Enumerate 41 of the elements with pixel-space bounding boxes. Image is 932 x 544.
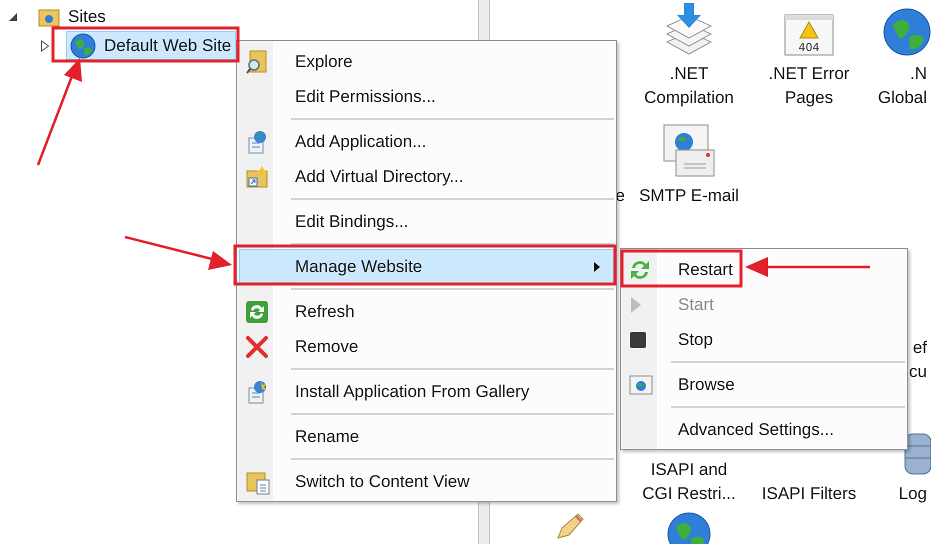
menu-item[interactable]: Add Application... — [239, 124, 614, 159]
menu-item[interactable]: Edit Bindings... — [239, 204, 614, 239]
play-icon — [629, 294, 643, 314]
feature-label[interactable]: .N Global — [878, 62, 931, 110]
folder-globe-icon — [38, 6, 60, 26]
globe-icon — [70, 32, 96, 58]
feature-label[interactable]: SMTP E-mail — [639, 184, 739, 208]
menu-item[interactable]: Restart — [623, 252, 905, 287]
menu-item[interactable]: Install Application From Gallery — [239, 374, 614, 409]
menu-item[interactable]: Browse — [623, 367, 905, 402]
feature-label[interactable]: ef cu — [909, 336, 931, 384]
warning-window-icon: 404 — [784, 14, 834, 56]
globe-icon — [883, 8, 931, 56]
feature-label[interactable]: ISAPI Filters — [762, 482, 856, 506]
refresh-icon — [245, 300, 269, 324]
menu-item[interactable]: Explore — [239, 44, 614, 79]
menu-item[interactable]: Stop — [623, 322, 905, 357]
tree-item[interactable]: Default Web Site — [66, 31, 236, 60]
feature-label[interactable]: ISAPI and CGI Restri... — [642, 458, 736, 506]
menu-item[interactable]: Edit Permissions... — [239, 79, 614, 114]
menu-item[interactable]: Advanced Settings... — [623, 412, 905, 447]
menu-item[interactable]: Add Virtual Directory... — [239, 159, 614, 194]
feature-label[interactable]: .NET Error Pages — [768, 62, 850, 110]
feature-label[interactable]: .NET Compilation — [644, 62, 734, 110]
menu-item[interactable]: Manage Website — [239, 249, 614, 284]
menu-item[interactable]: Switch to Content View — [239, 464, 614, 499]
folder-shortcut-icon — [245, 164, 269, 188]
feature-label[interactable]: Log — [898, 482, 931, 506]
envelope-window-icon — [662, 124, 716, 178]
menu-item[interactable]: Rename — [239, 419, 614, 454]
menu-item[interactable]: Refresh — [239, 294, 614, 329]
menu-item[interactable]: Remove — [239, 329, 614, 364]
collapse-icon[interactable] — [8, 10, 18, 22]
globe-icon — [667, 512, 711, 544]
submenu-arrow-icon — [593, 260, 601, 272]
folder-search-icon — [245, 48, 269, 74]
expand-icon[interactable] — [40, 40, 50, 52]
close-icon — [245, 334, 269, 358]
stop-icon — [629, 330, 647, 348]
browser-globe-icon — [629, 374, 653, 394]
tree-item[interactable]: Sites — [34, 2, 111, 31]
